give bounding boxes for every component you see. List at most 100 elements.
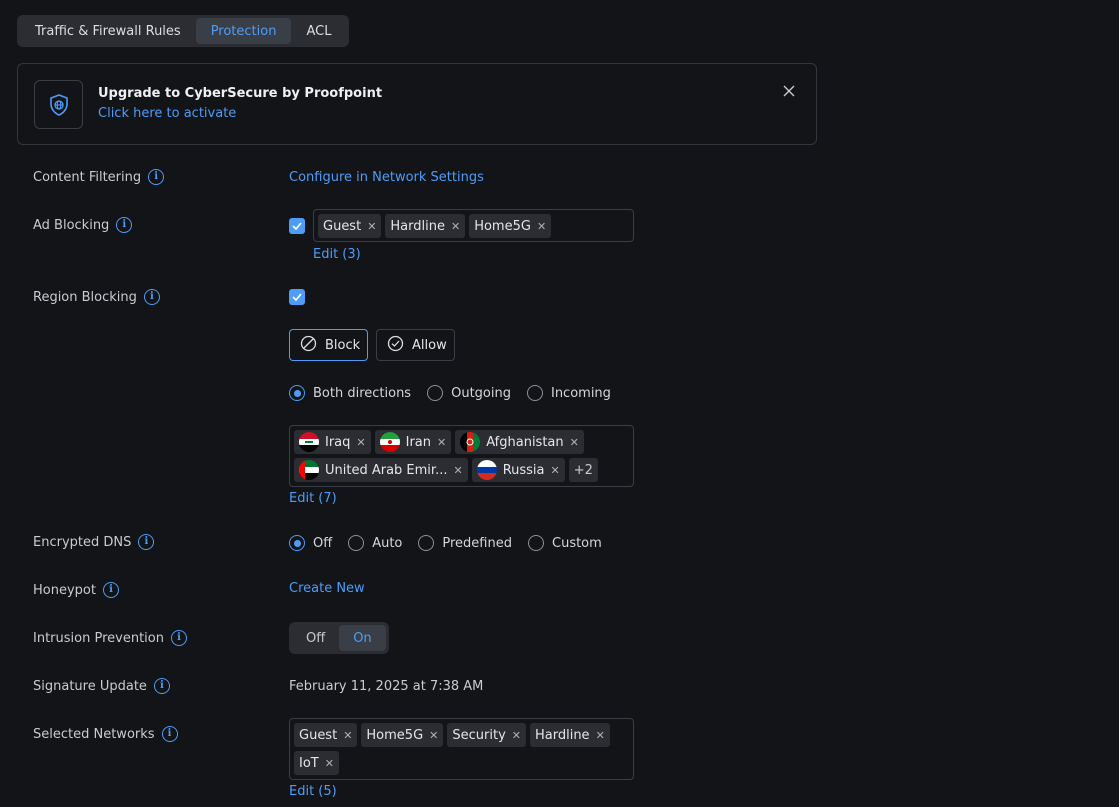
tab-traffic-firewall-rules[interactable]: Traffic & Firewall Rules — [20, 18, 196, 44]
network-chip: Guest ✕ — [294, 723, 358, 747]
signature-update-value: February 11, 2025 at 7:38 AM — [289, 679, 484, 694]
encrypted-dns-text: Encrypted DNS — [33, 534, 132, 550]
direction-radio-group: Both directions Outgoing Incoming — [289, 385, 611, 401]
radio-dns-auto[interactable]: Auto — [348, 535, 402, 551]
intrusion-prevention-label: Intrusion Prevention i — [33, 630, 187, 646]
afghanistan-flag-icon — [460, 432, 481, 452]
network-chip: Home5G ✕ — [361, 723, 444, 747]
ad-blocking-label: Ad Blocking i — [33, 217, 133, 233]
selected-networks-select[interactable]: Guest ✕ Home5G ✕ Security ✕ Hardline ✕ IoT ✕ — [289, 718, 634, 780]
remove-icon[interactable]: ✕ — [512, 729, 521, 742]
check-circle-icon — [387, 335, 404, 356]
activate-link[interactable]: Click here to activate — [98, 106, 236, 121]
region-blocking-edit-link[interactable]: Edit (7) — [289, 491, 337, 506]
intrusion-prevention-toggle: Off On — [289, 622, 389, 654]
radio-dot — [427, 385, 444, 401]
country-chip: Russia ✕ — [471, 458, 565, 482]
info-icon[interactable]: i — [148, 169, 165, 185]
remove-icon[interactable]: ✕ — [551, 464, 560, 477]
remove-icon[interactable]: ✕ — [537, 220, 546, 233]
network-chip: Security ✕ — [447, 723, 526, 747]
network-chip: Hardline ✕ — [385, 214, 466, 238]
more-count: +2 — [573, 462, 593, 478]
network-chip: IoT ✕ — [294, 751, 339, 775]
russia-flag-icon — [476, 460, 497, 480]
intrusion-prevention-text: Intrusion Prevention — [33, 630, 164, 646]
remove-icon[interactable]: ✕ — [570, 436, 579, 449]
honeypot-text: Honeypot — [33, 582, 96, 598]
info-icon[interactable]: i — [116, 217, 133, 233]
ad-blocking-networks-select[interactable]: Guest ✕ Hardline ✕ Home5G ✕ — [313, 209, 634, 242]
radio-dns-off[interactable]: Off — [289, 535, 332, 551]
remove-icon[interactable]: ✕ — [367, 220, 376, 233]
country-chip: United Arab Emir... ✕ — [294, 458, 468, 482]
honeypot-label: Honeypot i — [33, 582, 119, 598]
close-icon[interactable] — [780, 82, 798, 100]
remove-icon[interactable]: ✕ — [429, 729, 438, 742]
radio-incoming[interactable]: Incoming — [526, 385, 611, 401]
radio-dot — [289, 385, 305, 401]
chip-label: Security — [452, 727, 506, 743]
radio-label: Auto — [372, 535, 403, 551]
radio-dns-predefined[interactable]: Predefined — [418, 535, 512, 551]
info-icon[interactable]: i — [161, 726, 178, 742]
radio-outgoing[interactable]: Outgoing — [427, 385, 511, 401]
country-chip: Iran ✕ — [374, 430, 452, 454]
region-countries-select[interactable]: Iraq ✕ Iran ✕ Afghanistan ✕ United Arab Emi… — [289, 425, 634, 487]
tab-protection[interactable]: Protection — [195, 18, 292, 44]
chip-label: IoT — [299, 755, 319, 771]
info-icon[interactable]: i — [138, 534, 155, 550]
allow-mode-button[interactable]: Allow — [376, 329, 455, 361]
remove-icon[interactable]: ✕ — [453, 464, 462, 477]
upgrade-banner: Upgrade to CyberSecure by Proofpoint Cli… — [17, 63, 817, 145]
radio-dns-custom[interactable]: Custom — [528, 535, 602, 551]
toggle-off[interactable]: Off — [292, 625, 339, 651]
block-mode-button[interactable]: Block — [289, 329, 368, 361]
radio-dot — [418, 535, 435, 551]
allow-mode-label: Allow — [412, 337, 447, 353]
info-icon[interactable]: i — [102, 582, 119, 598]
info-icon[interactable]: i — [153, 678, 170, 694]
radio-label: Incoming — [550, 385, 611, 401]
remove-icon[interactable]: ✕ — [451, 220, 460, 233]
ad-blocking-checkbox[interactable] — [289, 218, 305, 234]
remove-icon[interactable]: ✕ — [325, 757, 334, 770]
region-blocking-checkbox[interactable] — [289, 289, 305, 305]
content-filtering-text: Content Filtering — [33, 169, 142, 185]
radio-dot — [528, 535, 544, 551]
ad-blocking-edit-link[interactable]: Edit (3) — [313, 247, 361, 262]
chip-label: Iran — [405, 434, 432, 450]
chip-label: Hardline — [390, 218, 445, 234]
info-icon[interactable]: i — [170, 630, 187, 646]
radio-label: Outgoing — [451, 385, 511, 401]
iraq-flag-icon — [299, 432, 319, 452]
chip-label: United Arab Emir... — [325, 462, 448, 478]
radio-both-directions[interactable]: Both directions — [289, 385, 411, 401]
remove-icon[interactable]: ✕ — [356, 436, 365, 449]
more-countries-chip[interactable]: +2 — [568, 458, 598, 482]
selected-networks-edit-link[interactable]: Edit (5) — [289, 784, 337, 799]
region-blocking-text: Region Blocking — [33, 289, 137, 305]
block-mode-label: Block — [325, 337, 361, 353]
selected-networks-text: Selected Networks — [33, 726, 155, 742]
network-chip: Guest ✕ — [318, 214, 382, 238]
uae-flag-icon — [299, 460, 319, 480]
radio-dot — [348, 535, 365, 551]
chip-label: Guest — [299, 727, 338, 743]
create-honeypot-link[interactable]: Create New — [289, 581, 365, 596]
signature-update-text: Signature Update — [33, 678, 147, 694]
remove-icon[interactable]: ✕ — [343, 729, 352, 742]
chip-label: Afghanistan — [486, 434, 564, 450]
content-filtering-label: Content Filtering i — [33, 169, 165, 185]
info-icon[interactable]: i — [143, 289, 160, 305]
signature-update-label: Signature Update i — [33, 678, 170, 694]
toggle-on[interactable]: On — [339, 625, 386, 651]
radio-label: Off — [313, 535, 333, 551]
block-icon — [300, 335, 317, 356]
remove-icon[interactable]: ✕ — [437, 436, 446, 449]
network-chip: Home5G ✕ — [469, 214, 552, 238]
selected-networks-label: Selected Networks i — [33, 726, 178, 742]
configure-network-settings-link[interactable]: Configure in Network Settings — [289, 170, 484, 185]
remove-icon[interactable]: ✕ — [596, 729, 605, 742]
tab-acl[interactable]: ACL — [291, 18, 346, 44]
